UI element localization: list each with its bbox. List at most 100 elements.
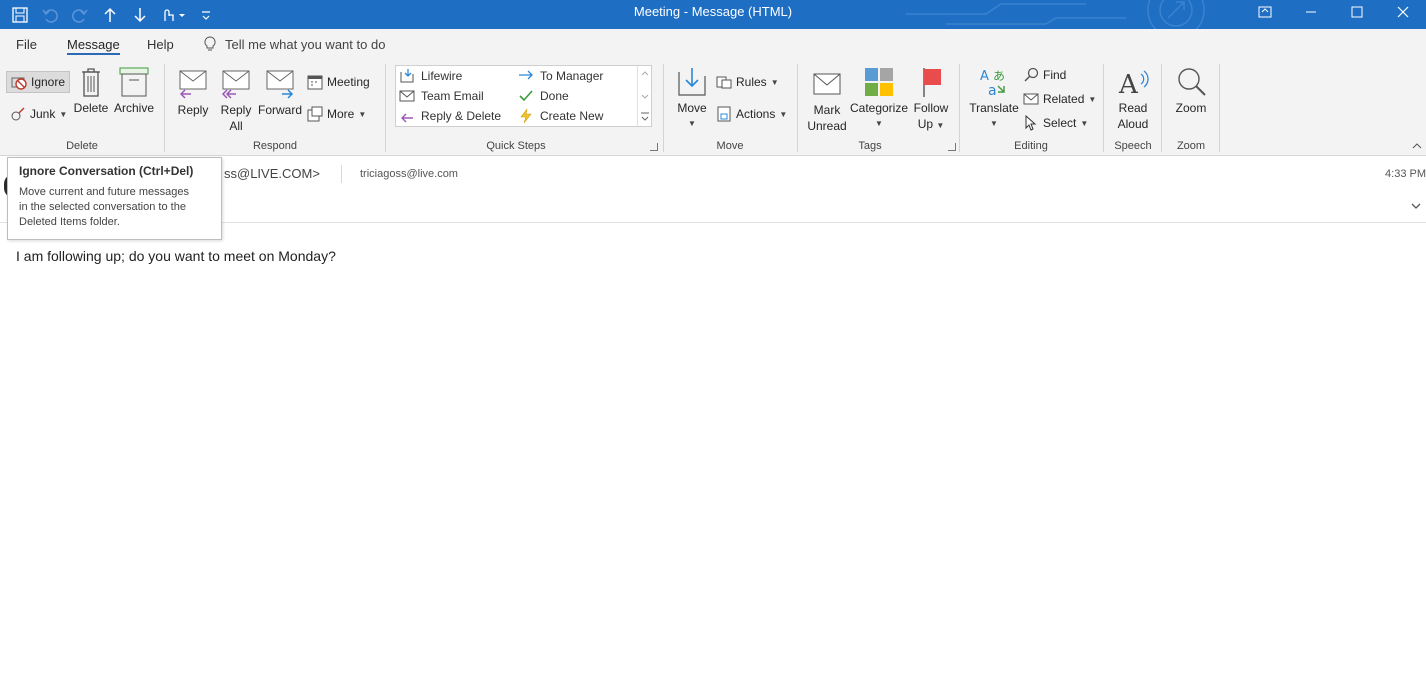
tab-file[interactable]: File [16, 37, 37, 52]
follow-up-label-2-row: Up ▼ [918, 116, 945, 134]
move-group-label: Move [716, 140, 744, 152]
select-button[interactable]: Select ▼ [1023, 115, 1088, 131]
mark-unread-button[interactable]: Mark Unread [805, 68, 849, 134]
rules-label: Rules [736, 75, 767, 89]
move-button[interactable]: Move ▼ [674, 66, 710, 132]
svg-text:A: A [980, 69, 989, 84]
move-label: Move [677, 101, 707, 115]
tooltip-line: Move current and future messages [19, 186, 189, 198]
junk-button[interactable]: Junk ▼ [10, 106, 67, 122]
reply-icon [179, 70, 207, 99]
quick-step-done[interactable]: Done [518, 88, 569, 104]
chevron-down-icon: ▼ [1088, 94, 1097, 104]
arrow-up-icon[interactable] [98, 3, 122, 27]
svg-text:あ: あ [993, 69, 1005, 83]
minimize-icon[interactable] [1288, 0, 1334, 24]
quick-step-team-email[interactable]: Team Email [399, 88, 484, 104]
ribbon-tabs: File Message Help Tell me what you want … [0, 29, 1426, 61]
related-button[interactable]: Related ▼ [1023, 91, 1096, 107]
mark-unread-label-2: Unread [807, 119, 847, 133]
quick-step-label: Team Email [421, 89, 484, 103]
undo-icon[interactable] [38, 3, 62, 27]
maximize-icon[interactable] [1334, 0, 1380, 24]
tab-message[interactable]: Message [67, 37, 120, 55]
delete-button[interactable]: Delete [74, 66, 108, 116]
lightbulb-icon [204, 36, 216, 51]
archive-label: Archive [113, 101, 154, 115]
group-separator [1219, 64, 1220, 152]
archive-button[interactable]: Archive [112, 66, 156, 116]
quick-steps-launcher[interactable] [650, 143, 658, 151]
quick-steps-scrollbar[interactable] [637, 66, 651, 126]
header-divider [341, 165, 342, 183]
quick-step-reply-delete[interactable]: Reply & Delete [399, 108, 501, 124]
quick-step-label: Lifewire [421, 69, 463, 83]
customize-toolbar-icon[interactable] [194, 3, 218, 27]
arrow-down-icon[interactable] [128, 3, 152, 27]
follow-up-label-2: Up [917, 117, 934, 131]
translate-label: Translate [969, 101, 1019, 115]
meeting-button[interactable]: Meeting [307, 74, 370, 90]
chevron-down-icon[interactable] [1410, 201, 1422, 211]
redo-icon[interactable] [68, 3, 92, 27]
quick-access-toolbar [8, 0, 218, 29]
collapse-ribbon-icon[interactable] [1412, 141, 1422, 151]
ribbon-display-options-icon[interactable] [1242, 0, 1288, 24]
touch-mode-icon[interactable] [158, 3, 188, 27]
save-icon[interactable] [8, 3, 32, 27]
reply-button[interactable]: Reply [176, 68, 210, 118]
more-respond-button[interactable]: More ▼ [307, 106, 366, 122]
categorize-button[interactable]: Categorize ▼ [850, 66, 908, 132]
lightning-icon [520, 108, 532, 124]
actions-button[interactable]: Actions ▼ [716, 106, 787, 122]
delete-label: Delete [73, 101, 109, 115]
quick-steps-gallery: Lifewire To Manager Team Email Done Repl… [395, 65, 652, 127]
read-aloud-label-1: Read [1118, 101, 1148, 115]
delete-group-label: Delete [66, 140, 98, 152]
zoom-button[interactable]: Zoom [1170, 66, 1212, 116]
quick-step-to-manager[interactable]: To Manager [518, 68, 603, 84]
ignore-button[interactable]: Ignore [6, 71, 70, 93]
find-button[interactable]: Find [1023, 67, 1066, 83]
quick-step-create-new[interactable]: Create New [518, 108, 603, 124]
tooltip-title: Ignore Conversation (Ctrl+Del) [19, 164, 194, 178]
chevron-down-icon: ▼ [936, 121, 945, 130]
flag-icon [923, 68, 941, 97]
window-controls [1242, 0, 1426, 24]
checkmark-icon [519, 90, 533, 102]
tags-launcher[interactable] [948, 143, 956, 151]
ribbon: Ignore Junk ▼ Delete Archive Delete Repl… [0, 61, 1426, 156]
quick-step-label: To Manager [540, 69, 604, 83]
mail-icon [399, 90, 415, 102]
cursor-icon [1025, 115, 1037, 131]
zoom-group-label: Zoom [1176, 140, 1206, 152]
message-body[interactable]: I am following up; do you want to meet o… [16, 248, 336, 264]
reply-delete-icon [401, 113, 413, 123]
tell-me-label: Tell me what you want to do [225, 36, 386, 52]
read-aloud-button[interactable]: A Read Aloud [1112, 66, 1154, 132]
follow-up-button[interactable]: Follow Up ▼ [910, 66, 952, 134]
quick-step-lifewire[interactable]: Lifewire [399, 68, 462, 84]
group-separator [385, 64, 386, 152]
zoom-label: Zoom [1175, 101, 1207, 115]
forward-button[interactable]: Forward [258, 68, 302, 118]
tab-help[interactable]: Help [147, 37, 174, 52]
arrow-right-icon [519, 70, 533, 80]
close-icon[interactable] [1380, 0, 1426, 24]
move-icon [678, 68, 706, 96]
quick-step-label: Create New [540, 109, 604, 123]
tell-me-search[interactable]: Tell me what you want to do [204, 36, 385, 52]
tooltip-description: Move current and future messages in the … [19, 185, 210, 230]
forward-label: Forward [258, 103, 303, 117]
read-aloud-icon: A [1118, 70, 1149, 98]
find-label: Find [1043, 68, 1067, 82]
rules-button[interactable]: Rules ▼ [716, 74, 779, 90]
recipient-address[interactable]: triciagoss@live.com [360, 168, 458, 180]
translate-button[interactable]: Aあa Translate ▼ [968, 66, 1020, 132]
svg-text:a: a [988, 83, 997, 98]
group-separator [1161, 64, 1162, 152]
reply-all-button[interactable]: Reply All [218, 68, 254, 134]
group-separator [1103, 64, 1104, 152]
more-icon [307, 106, 323, 122]
chevron-down-icon: ▼ [770, 77, 779, 87]
